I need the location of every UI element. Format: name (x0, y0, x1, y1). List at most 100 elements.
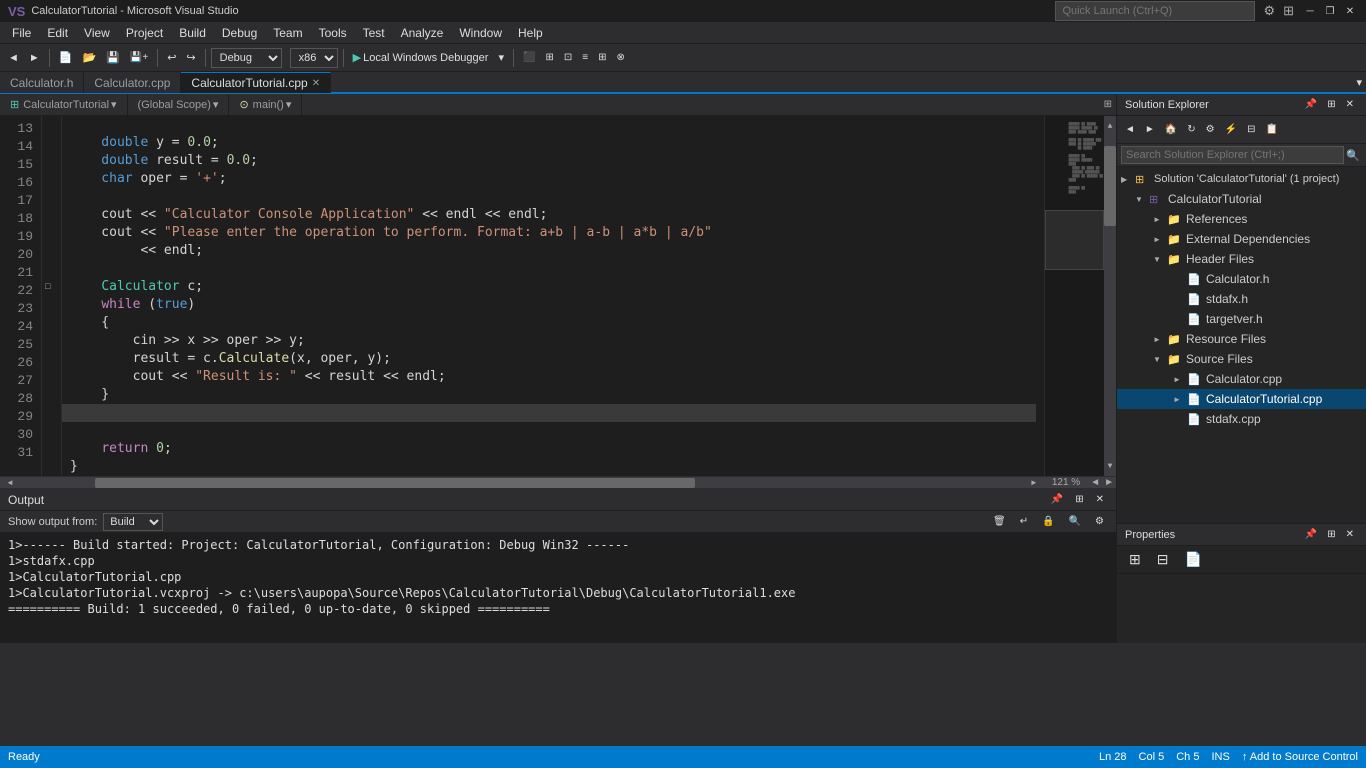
tab-close-icon[interactable]: ✕ (312, 78, 320, 89)
scroll-right-icon[interactable]: ► (1104, 477, 1114, 488)
output-clear-button[interactable]: 🗑 (989, 514, 1010, 529)
se-search-icon[interactable]: 🔍 (1344, 149, 1362, 162)
output-source-dropdown[interactable]: Build Debug Output (103, 513, 163, 531)
se-filter-button[interactable]: ⚡ (1221, 122, 1241, 137)
toolbar-attach[interactable]: ⬛ (519, 50, 539, 65)
se-collapse-all-button[interactable]: ⊟ (1243, 122, 1259, 137)
tab-calculator-h[interactable]: Calculator.h (0, 72, 84, 93)
se-refresh-button[interactable]: ↻ (1183, 122, 1199, 137)
toolbar-dropdown-arrow[interactable]: ▾ (494, 49, 508, 66)
toolbar-more3[interactable]: ≡ (578, 50, 592, 65)
se-undock-button[interactable]: ⊞ (1323, 97, 1339, 112)
tab-calculator-cpp[interactable]: Calculator.cpp (84, 72, 181, 93)
tab-calculatortutorial-cpp[interactable]: CalculatorTutorial.cpp ✕ (181, 72, 331, 93)
tree-header-files[interactable]: ▼ 📁 Header Files (1117, 249, 1366, 269)
output-pin-button[interactable]: 📌 (1047, 492, 1067, 507)
tree-stdafx-cpp[interactable]: ► 📄 stdafx.cpp (1117, 409, 1366, 429)
toolbar-back[interactable]: ◄ (4, 50, 23, 66)
toolbar-more1[interactable]: ⊞ (541, 50, 557, 65)
tab-list-button[interactable]: ▾ (1352, 72, 1366, 93)
scroll-left-icon[interactable]: ◄ (1090, 477, 1100, 488)
window-icon[interactable]: ⊞ (1283, 3, 1294, 19)
toolbar-open[interactable]: 📂 (78, 49, 100, 66)
config-dropdown[interactable]: Debug Release (211, 48, 282, 68)
menu-test[interactable]: Test (355, 24, 393, 42)
tree-solution[interactable]: ▶ ⊞ Solution 'CalculatorTutorial' (1 pro… (1117, 169, 1366, 189)
se-back-button[interactable]: ◄ (1121, 122, 1139, 137)
se-close-button[interactable]: ✕ (1342, 97, 1358, 112)
split-editor-button[interactable]: ⊞ (1100, 97, 1116, 112)
se-properties-button[interactable]: 📋 (1261, 122, 1281, 137)
run-button[interactable]: ▶ Local Windows Debugger (349, 49, 493, 66)
se-home-button[interactable]: 🏠 (1161, 122, 1181, 137)
tree-resource-files[interactable]: ► 📁 Resource Files (1117, 329, 1366, 349)
toolbar-forward[interactable]: ► (25, 50, 44, 66)
vertical-scrollbar[interactable]: ▲ ▼ (1104, 116, 1116, 476)
horizontal-scrollbar[interactable]: ◄ ► 121 % ◄ ► (0, 476, 1116, 488)
code-view[interactable]: 13 14 15 16 17 18 19 20 21 22 23 24 25 2… (0, 116, 1116, 476)
prop-undock-button[interactable]: ⊞ (1323, 527, 1339, 542)
prop-close-button[interactable]: ✕ (1342, 527, 1358, 542)
se-settings-button[interactable]: ⚙ (1202, 122, 1219, 137)
menu-help[interactable]: Help (510, 24, 551, 42)
output-line: 1>------ Build started: Project: Calcula… (8, 537, 1108, 553)
tree-calculatorcpp-label: Calculator.cpp (1206, 372, 1282, 386)
menu-edit[interactable]: Edit (39, 24, 76, 42)
project-nav-item[interactable]: ⊞ CalculatorTutorial ▾ (0, 94, 128, 116)
menu-file[interactable]: File (4, 24, 39, 42)
output-close-button[interactable]: ✕ (1092, 492, 1108, 507)
tree-calculator-cpp[interactable]: ► 📄 Calculator.cpp (1117, 369, 1366, 389)
prop-sort-button[interactable]: ⊟ (1153, 551, 1173, 568)
prop-pin-button[interactable]: 📌 (1301, 527, 1321, 542)
output-lock-button[interactable]: 🔒 (1038, 514, 1058, 529)
toolbar-more5[interactable]: ⊗ (612, 50, 628, 65)
output-undock-button[interactable]: ⊞ (1071, 492, 1087, 507)
menu-window[interactable]: Window (451, 24, 510, 42)
toolbar-redo[interactable]: ↪ (182, 49, 199, 66)
menu-project[interactable]: Project (118, 24, 171, 42)
se-forward-button[interactable]: ► (1141, 122, 1159, 137)
tree-project[interactable]: ▼ ⊞ CalculatorTutorial (1117, 189, 1366, 209)
tree-calculatorh-label: Calculator.h (1206, 272, 1269, 286)
toolbar-more4[interactable]: ⊞ (594, 50, 610, 65)
toolbar-save[interactable]: 💾 (102, 49, 124, 66)
output-find-button[interactable]: 🔍 (1065, 514, 1085, 529)
prop-page-button[interactable]: 📄 (1180, 551, 1205, 568)
tree-targetver-h[interactable]: ► 📄 targetver.h (1117, 309, 1366, 329)
output-wrap-button[interactable]: ↵ (1016, 514, 1032, 529)
toolbar-undo[interactable]: ↩ (163, 49, 180, 66)
menu-build[interactable]: Build (171, 24, 214, 42)
se-header: Solution Explorer 📌 ⊞ ✕ (1117, 94, 1366, 116)
toolbar-save-all[interactable]: 💾+ (126, 50, 152, 65)
output-line: ========== Build: 1 succeeded, 0 failed,… (8, 601, 1108, 617)
tree-calculatortutorial-cpp[interactable]: ► 📄 CalculatorTutorial.cpp (1117, 389, 1366, 409)
se-pin-button[interactable]: 📌 (1301, 97, 1321, 112)
tree-source-files[interactable]: ▼ 📁 Source Files (1117, 349, 1366, 369)
menu-view[interactable]: View (76, 24, 118, 42)
toolbar-new[interactable]: 📄 (55, 49, 77, 66)
function-nav-item[interactable]: ⊙ main() ▾ (229, 94, 302, 116)
scope-nav-item[interactable]: (Global Scope) ▾ (128, 94, 230, 116)
minimize-button[interactable]: ─ (1302, 3, 1318, 19)
quicklaunch-input[interactable] (1055, 1, 1255, 21)
menu-team[interactable]: Team (265, 24, 310, 42)
tree-calculator-h[interactable]: ► 📄 Calculator.h (1117, 269, 1366, 289)
titlebar: VS CalculatorTutorial - Microsoft Visual… (0, 0, 1366, 22)
toolbar-sep5 (513, 49, 514, 67)
menu-analyze[interactable]: Analyze (393, 24, 452, 42)
tree-references[interactable]: ► 📁 References (1117, 209, 1366, 229)
close-button[interactable]: ✕ (1342, 3, 1358, 19)
tree-external-deps[interactable]: ► 📁 External Dependencies (1117, 229, 1366, 249)
se-search-input[interactable] (1121, 146, 1344, 164)
restore-button[interactable]: ❐ (1322, 3, 1338, 19)
status-add-source[interactable]: ↑ Add to Source Control (1242, 751, 1358, 763)
output-settings-button[interactable]: ⚙ (1091, 514, 1108, 529)
menu-tools[interactable]: Tools (311, 24, 355, 42)
code-text[interactable]: double y = 0.0; double result = 0.0; cha… (62, 116, 1044, 476)
prop-grid-button[interactable]: ⊞ (1125, 551, 1145, 568)
tree-stdafx-h[interactable]: ► 📄 stdafx.h (1117, 289, 1366, 309)
menu-debug[interactable]: Debug (214, 24, 265, 42)
platform-dropdown[interactable]: x86 x64 (290, 48, 338, 68)
minimap: ██████ ██ █████ ██████ ██████ ██ ████ ██… (1044, 116, 1104, 476)
toolbar-more2[interactable]: ⊡ (560, 50, 576, 65)
